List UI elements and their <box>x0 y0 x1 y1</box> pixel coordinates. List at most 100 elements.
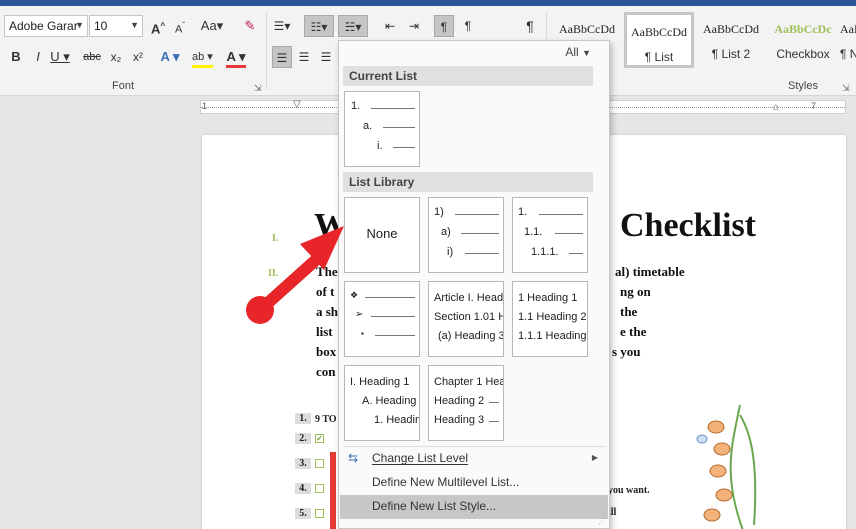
checkbox-icon[interactable] <box>315 508 324 518</box>
bullets-icon[interactable]: ☰▾ <box>272 15 292 37</box>
show-formatting-icon[interactable]: ¶ <box>520 15 540 37</box>
checkbox-checked-icon[interactable]: ✓ <box>315 433 324 443</box>
align-left-icon[interactable]: ☰ <box>272 46 292 68</box>
paragraph-line-right: ng on <box>620 284 651 299</box>
style-sample: AaBbCcDd <box>703 22 759 36</box>
style-name: ¶ N <box>840 47 856 61</box>
level-label: 1.1. <box>524 226 543 238</box>
checkbox-icon[interactable] <box>315 458 324 468</box>
font-size-box[interactable]: 10 ▼ <box>89 15 143 37</box>
change-list-level-item[interactable]: ⇆ Change List Level ▶ <box>340 447 608 471</box>
shrink-font-icon[interactable]: Aˇ <box>170 15 190 37</box>
level-label: a) <box>441 226 451 238</box>
flower-illustration <box>696 405 757 529</box>
change-case-icon[interactable]: Aa▾ <box>198 15 226 37</box>
paragraph-line-right: al) timetable <box>615 264 685 279</box>
rtl-icon[interactable]: ¶ <box>458 15 478 37</box>
multilevel-list-menu: All ▼ Current List 1. a. i. List Library… <box>338 40 610 529</box>
align-right-icon[interactable]: ☰ <box>316 46 336 68</box>
chevron-down-icon[interactable]: ▼ <box>130 20 139 30</box>
subscript-icon[interactable]: x₂ <box>106 46 126 68</box>
paragraph-line-right: s you <box>612 344 641 359</box>
level-label: I. Heading 1 <box>350 376 410 388</box>
numbering-icon[interactable]: ☷▾ <box>304 15 334 37</box>
strikethrough-icon[interactable]: abc <box>82 46 102 68</box>
define-new-multilevel-list-item[interactable]: Define New Multilevel List... <box>340 471 608 495</box>
level-line <box>371 108 415 109</box>
divider <box>266 12 267 90</box>
none-label: None <box>366 226 398 241</box>
right-indent-marker-icon[interactable]: ⌂ <box>773 102 779 113</box>
multilevel-list-icon[interactable]: ☵▾ <box>338 15 368 37</box>
style-tile[interactable]: AaBbCcDc Checkbox <box>768 12 838 68</box>
paragraph-line-left: box <box>316 344 337 359</box>
bold-icon[interactable]: B <box>6 46 26 68</box>
title-bar-strip <box>0 0 856 6</box>
list-style-heading-numbered[interactable]: 1 Heading 1 1.1 Heading 2 1.1.1 Heading <box>512 281 588 357</box>
level-label: A. Heading 2 <box>362 395 420 407</box>
ltr-icon[interactable]: ¶ <box>434 15 454 37</box>
dialog-launcher-icon[interactable]: ⇲ <box>842 83 850 94</box>
style-name: ¶ List <box>644 50 674 64</box>
clear-formatting-icon[interactable]: ✎ <box>240 15 260 37</box>
list-item: 1. 9 TO <box>295 413 337 427</box>
menu-item-label: Define New Multilevel List... <box>372 475 520 489</box>
font-group-label: Font <box>112 80 135 92</box>
define-new-list-style-item[interactable]: Define New List Style... <box>340 495 608 519</box>
align-center-icon[interactable]: ☰ <box>294 46 314 68</box>
filter-label: All <box>565 45 579 59</box>
font-name-box[interactable]: Adobe Garar ▼ <box>4 15 88 37</box>
level-label: Chapter 1 Hea <box>434 376 504 388</box>
decrease-indent-icon[interactable]: ⇤ <box>380 15 400 37</box>
chevron-down-icon[interactable]: ▼ <box>75 20 84 30</box>
list-style-paren[interactable]: 1) a) i) <box>428 197 504 273</box>
list-style-legal[interactable]: 1. 1.1. 1.1.1. <box>512 197 588 273</box>
menu-item-label: Define New List Style... <box>372 499 497 513</box>
font-color-icon[interactable]: A ▾ <box>226 46 246 68</box>
text-effects-icon[interactable]: A ▾ <box>160 46 180 68</box>
increase-indent-icon[interactable]: ⇥ <box>404 15 424 37</box>
indent-marker-icon[interactable]: ▽ <box>293 99 301 110</box>
underline-icon[interactable]: U ▾ <box>50 46 70 68</box>
list-style-bullets[interactable]: ❖ ➢ ▪ <box>344 281 420 357</box>
style-tile[interactable]: AaBbCcDc ¶ N <box>840 12 856 68</box>
resize-grip-icon[interactable]: ⋰ <box>598 517 606 526</box>
level-line <box>455 214 499 215</box>
style-tile[interactable]: AaBbCcDd ¶ List 2 <box>696 12 766 68</box>
list-library-header: List Library <box>343 172 593 192</box>
level-line <box>489 402 499 403</box>
grow-font-icon[interactable]: A^ <box>148 15 168 37</box>
list-style-chapter[interactable]: Chapter 1 Hea Heading 2 Heading 3 <box>428 365 504 441</box>
paragraph-line-left: con <box>316 364 336 379</box>
current-list-header: Current List <box>343 66 593 86</box>
dialog-launcher-icon[interactable]: ⇲ <box>254 83 262 94</box>
level-line <box>489 421 499 422</box>
italic-icon[interactable]: I <box>28 46 48 68</box>
style-tile[interactable]: AaBbCcDd ¶ List <box>624 12 694 68</box>
chevron-down-icon: ▼ <box>582 48 591 58</box>
level-label: Heading 2 <box>434 395 485 407</box>
list-style-outline-roman[interactable]: I. Heading 1 A. Heading 2 1. Headin <box>344 365 420 441</box>
level-line <box>365 297 415 298</box>
style-sample: AaBbCcDc <box>774 22 832 36</box>
superscript-icon[interactable]: x² <box>128 46 148 68</box>
level-line <box>383 127 415 128</box>
level-label: 1.1.1 Heading <box>518 330 587 342</box>
highlight-icon[interactable]: ab ▾ <box>192 46 213 68</box>
diamond-bullet-icon: ❖ <box>350 290 359 300</box>
title-right-fragment: Checklist <box>620 207 756 244</box>
paragraph-line-left: list <box>316 324 333 339</box>
list-number: 2. <box>295 433 311 444</box>
current-list-thumbnail[interactable]: 1. a. i. <box>344 91 420 167</box>
style-name: ¶ List 2 <box>711 47 751 61</box>
paragraph-line-right: e the <box>620 324 647 339</box>
level-label: 1. <box>518 206 528 218</box>
filter-dropdown[interactable]: All ▼ <box>565 45 591 59</box>
list-style-article-section[interactable]: Article I. Headi Section 1.01 H (a) Head… <box>428 281 504 357</box>
level-line <box>465 253 499 254</box>
annotation-bar <box>330 452 336 529</box>
checkbox-icon[interactable] <box>315 483 324 493</box>
level-line <box>539 214 583 215</box>
list-style-none[interactable]: None <box>344 197 420 273</box>
arrow-bullet-icon: ➢ <box>355 309 364 320</box>
